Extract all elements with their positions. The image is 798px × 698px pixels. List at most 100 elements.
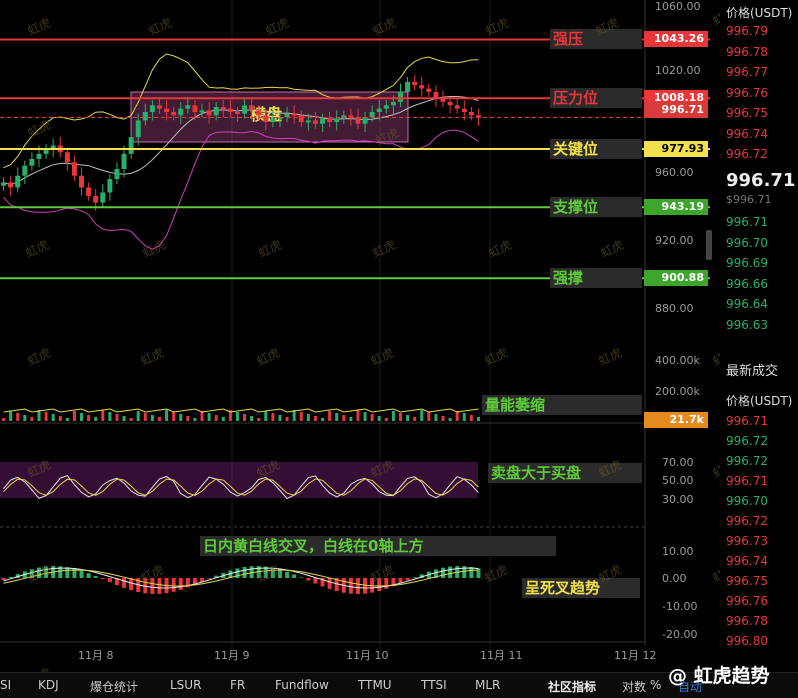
macd-bar: [207, 578, 212, 579]
bid-price: 996.66: [726, 276, 768, 291]
indicator-tab[interactable]: TTMU: [358, 678, 392, 692]
x-label: 11月 9: [214, 649, 250, 662]
candle-body: [1, 182, 7, 186]
candle-body: [270, 118, 276, 123]
indicator-tab[interactable]: LSUR: [170, 678, 201, 692]
volume-bar: [94, 417, 98, 421]
trade-price: 996.72: [726, 454, 768, 468]
candle-body: [249, 105, 255, 111]
candle-body: [398, 91, 403, 102]
volume-annotation: 量能萎缩: [482, 395, 642, 415]
candle-body: [312, 120, 318, 124]
volume-bar: [51, 414, 55, 421]
candle-body: [192, 105, 198, 112]
trade-price: 996.75: [726, 574, 768, 588]
volume-bar: [420, 410, 424, 421]
indicator-tab[interactable]: MLR: [475, 678, 500, 692]
volume-bar: [278, 415, 282, 421]
level-value-tag: 900.88: [644, 270, 708, 287]
candle-body: [114, 169, 120, 180]
candle-body: [142, 112, 148, 121]
indicator-tab[interactable]: 社区指标: [548, 678, 596, 695]
volume-bar: [172, 412, 176, 421]
macd-bar: [348, 578, 353, 594]
price-tick: 880.00: [655, 302, 694, 315]
volume-bar: [476, 417, 480, 421]
macd-bottom-annotation: 呈死叉趋势: [522, 578, 640, 598]
volume-bar: [115, 414, 119, 421]
trade-price: 996.72: [726, 514, 768, 528]
volume-bar: [441, 416, 445, 421]
level-name: 关键位: [550, 139, 642, 159]
volume-bar: [101, 410, 105, 421]
candle-body: [157, 105, 162, 109]
macd-bar: [306, 578, 311, 581]
trade-price: 996.72: [726, 434, 768, 448]
indicator-tab[interactable]: 爆仓统计: [90, 678, 138, 695]
macd-bar: [363, 578, 368, 594]
volume-bar: [179, 414, 183, 421]
volume-tick: 400.00k: [655, 354, 700, 367]
trade-price: 996.71: [726, 414, 768, 428]
macd-bar: [242, 566, 247, 578]
candle-body: [454, 105, 460, 109]
candle-body: [86, 187, 92, 196]
candle-body: [121, 153, 127, 170]
macd-bar: [448, 566, 453, 578]
candle-body: [93, 195, 99, 203]
volume-bar: [469, 415, 473, 421]
osc-tick: 30.00: [662, 493, 694, 506]
volume-bar: [214, 415, 218, 421]
candle-body: [412, 81, 418, 86]
volume-bar: [122, 416, 126, 421]
volume-bar: [427, 412, 431, 421]
volume-bar: [221, 417, 225, 421]
candle-body: [135, 120, 141, 138]
bid-price: 996.69: [726, 256, 768, 270]
volume-bar: [434, 414, 438, 421]
macd-bar: [157, 578, 162, 594]
last-price-usd: $996.71: [726, 193, 772, 206]
indicator-tab[interactable]: KDJ: [38, 678, 59, 692]
indicator-tab[interactable]: %: [650, 678, 661, 692]
volume-bar: [193, 418, 197, 421]
bid-price: 996.70: [726, 235, 768, 250]
volume-bar: [285, 417, 289, 421]
volume-bar: [349, 417, 353, 421]
macd-bar: [469, 567, 474, 578]
macd-bar: [327, 578, 332, 589]
indicator-tab[interactable]: FR: [230, 678, 245, 692]
macd-bar: [107, 578, 112, 583]
ask-price: 996.77: [726, 65, 768, 79]
indicator-tab[interactable]: Fundflow: [275, 678, 329, 692]
panel-divider-handle[interactable]: [706, 230, 712, 260]
candle-body: [242, 105, 248, 114]
macd-bar: [441, 567, 446, 578]
candle-body: [334, 118, 340, 123]
indicator-tab[interactable]: 对数: [622, 678, 646, 695]
volume-bar: [391, 411, 395, 421]
candle-body: [36, 153, 42, 159]
trades-header: 价格(USDT): [726, 394, 793, 408]
candle-body: [29, 158, 35, 166]
candle-body: [305, 120, 311, 123]
macd-tick: -20.00: [662, 628, 697, 641]
candle-body: [298, 115, 304, 123]
volume-bar: [9, 411, 13, 421]
candle-body: [213, 106, 219, 116]
candle-body: [206, 110, 212, 116]
macd-bar: [171, 578, 176, 592]
indicator-tab[interactable]: SI: [0, 678, 11, 692]
macd-bar: [405, 578, 410, 581]
price-tick: 960.00: [655, 166, 694, 179]
last-price: 996.71: [726, 170, 796, 191]
macd-bar: [355, 578, 360, 594]
trade-price: 996.80: [726, 634, 768, 648]
ask-price: 996.79: [726, 24, 768, 38]
indicator-tab[interactable]: TTSI: [421, 678, 447, 692]
macd-bar: [65, 567, 70, 578]
macd-bar: [285, 571, 290, 578]
x-axis-labels: 11月 8 11月 9 11月 10 11月 11 11月 12: [78, 649, 657, 662]
macd-bar: [299, 577, 304, 578]
price-tick: 920.00: [655, 234, 694, 247]
